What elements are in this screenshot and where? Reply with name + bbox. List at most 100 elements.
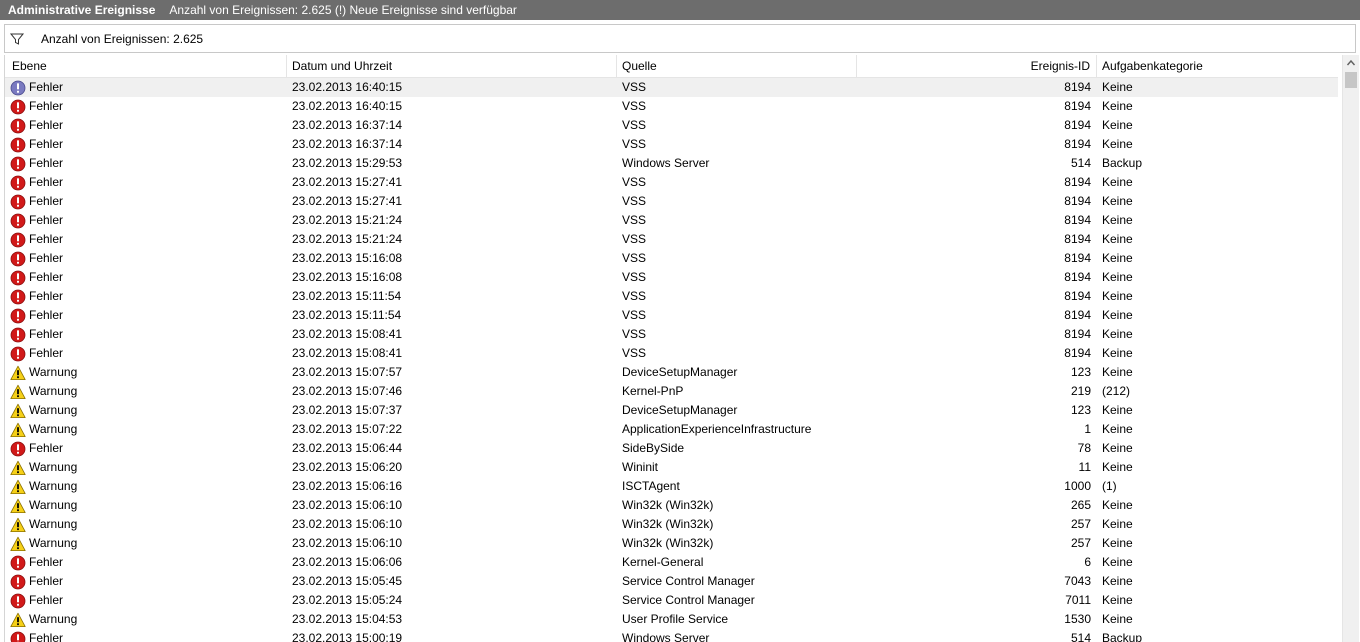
event-row[interactable]: Warnung 23.02.2013 15:07:22 ApplicationExp… [5, 420, 1338, 439]
event-row[interactable]: Fehler 23.02.2013 15:11:54 VSS 8194 Keine [5, 287, 1338, 306]
error-icon [10, 137, 26, 153]
warning-icon [10, 517, 26, 533]
level-text: Fehler [29, 327, 64, 341]
level-cell: Fehler [10, 173, 63, 192]
event-id-cell: 265 [1070, 498, 1091, 512]
source-cell: ISCTAgent [622, 479, 680, 493]
category-cell: Keine [1102, 593, 1133, 607]
event-row[interactable]: Fehler 23.02.2013 15:21:24 VSS 8194 Keine [5, 230, 1338, 249]
event-id-cell: 257 [1070, 536, 1091, 550]
scroll-up-arrow-icon[interactable] [1343, 55, 1359, 71]
event-id-cell: 8194 [1064, 213, 1091, 227]
event-row[interactable]: Warnung 23.02.2013 15:06:10 Win32k (Win32k… [5, 496, 1338, 515]
event-row[interactable]: Fehler 23.02.2013 15:16:08 VSS 8194 Keine [5, 268, 1338, 287]
event-row[interactable]: Fehler 23.02.2013 15:29:53 Windows Server 5… [5, 154, 1338, 173]
level-cell: Warnung [10, 401, 77, 420]
event-row[interactable]: Fehler 23.02.2013 16:37:14 VSS 8194 Keine [5, 116, 1338, 135]
event-id-cell: 8194 [1064, 346, 1091, 360]
event-row[interactable]: Fehler 23.02.2013 15:27:41 VSS 8194 Keine [5, 192, 1338, 211]
error-icon [10, 251, 26, 267]
event-row[interactable]: Warnung 23.02.2013 15:07:46 Kernel-PnP 219 (… [5, 382, 1338, 401]
event-row[interactable]: Fehler 23.02.2013 15:27:41 VSS 8194 Keine [5, 173, 1338, 192]
event-row[interactable]: Warnung 23.02.2013 15:06:10 Win32k (Win32k… [5, 515, 1338, 534]
vertical-scrollbar[interactable] [1342, 55, 1359, 642]
event-row[interactable]: Warnung 23.02.2013 15:06:16 ISCTAgent 1000 (… [5, 477, 1338, 496]
event-row[interactable]: Warnung 23.02.2013 15:04:53 User Profile S… [5, 610, 1338, 629]
event-id-cell: 8194 [1064, 327, 1091, 341]
level-text: Warnung [29, 479, 78, 493]
level-cell: Warnung [10, 534, 77, 553]
error-icon [10, 156, 26, 172]
event-id-cell: 1 [1084, 422, 1091, 436]
scrollbar-thumb[interactable] [1345, 72, 1357, 88]
category-cell: Keine [1102, 555, 1133, 569]
column-header-event-id[interactable]: Ereignis-ID [857, 55, 1097, 77]
event-row[interactable]: Warnung 23.02.2013 15:07:57 DeviceSetupMan… [5, 363, 1338, 382]
event-row[interactable]: Warnung 23.02.2013 15:06:10 Win32k (Win32k… [5, 534, 1338, 553]
category-cell: Keine [1102, 232, 1133, 246]
level-cell: Fehler [10, 268, 63, 287]
source-cell: Wininit [622, 460, 659, 474]
datetime-cell: 23.02.2013 15:06:10 [292, 517, 403, 531]
level-cell: Fehler [10, 249, 63, 268]
event-row[interactable]: Fehler 23.02.2013 16:37:14 VSS 8194 Keine [5, 135, 1338, 154]
source-cell: Service Control Manager [622, 593, 755, 607]
level-cell: Fehler [10, 135, 63, 154]
datetime-cell: 23.02.2013 15:05:45 [292, 574, 403, 588]
level-text: Warnung [29, 460, 78, 474]
datetime-cell: 23.02.2013 16:40:15 [292, 80, 403, 94]
column-header-source[interactable]: Quelle [617, 55, 857, 77]
event-id-cell: 123 [1070, 365, 1091, 379]
source-cell: VSS [622, 175, 647, 189]
event-row[interactable]: Fehler 23.02.2013 15:05:45 Service Control… [5, 572, 1338, 591]
event-row[interactable]: Fehler 23.02.2013 15:08:41 VSS 8194 Keine [5, 344, 1338, 363]
category-cell: Keine [1102, 441, 1133, 455]
category-cell: Keine [1102, 289, 1133, 303]
warning-icon [10, 460, 26, 476]
event-row[interactable]: Fehler 23.02.2013 15:08:41 VSS 8194 Keine [5, 325, 1338, 344]
event-row[interactable]: Fehler 23.02.2013 15:00:19 Windows Server 5… [5, 629, 1338, 642]
event-row[interactable]: Fehler 23.02.2013 15:16:08 VSS 8194 Keine [5, 249, 1338, 268]
level-text: Fehler [29, 574, 64, 588]
filter-icon[interactable] [9, 31, 25, 47]
event-row[interactable]: Warnung 23.02.2013 15:06:20 Wininit 11 Keine [5, 458, 1338, 477]
level-cell: Fehler [10, 287, 63, 306]
event-count-notice[interactable]: Anzahl von Ereignissen: 2.625 (!) Neue E… [169, 3, 517, 17]
category-cell: Backup [1102, 631, 1143, 642]
event-id-cell: 8194 [1064, 118, 1091, 132]
level-text: Warnung [29, 612, 78, 626]
source-cell: Win32k (Win32k) [622, 517, 714, 531]
error-icon [10, 270, 26, 286]
event-row[interactable]: Fehler 23.02.2013 16:40:15 VSS 8194 Keine [5, 97, 1338, 116]
level-cell: Warnung [10, 382, 77, 401]
source-cell: Kernel-PnP [622, 384, 684, 398]
error-icon [10, 441, 26, 457]
event-row[interactable]: Fehler 23.02.2013 15:21:24 VSS 8194 Keine [5, 211, 1338, 230]
event-row[interactable]: Fehler 23.02.2013 15:06:44 SideBySide 78 Kei… [5, 439, 1338, 458]
event-list[interactable]: Ebene Datum und Uhrzeit Quelle Ereignis-… [4, 55, 1359, 642]
error-icon [10, 631, 26, 642]
event-row[interactable]: Fehler 23.02.2013 15:11:54 VSS 8194 Keine [5, 306, 1338, 325]
event-row[interactable]: Warnung 23.02.2013 15:07:37 DeviceSetupMan… [5, 401, 1338, 420]
column-header-category[interactable]: Aufgabenkategorie [1097, 55, 1338, 77]
datetime-cell: 23.02.2013 15:06:44 [292, 441, 403, 455]
datetime-cell: 23.02.2013 15:16:08 [292, 251, 403, 265]
level-cell: Fehler [10, 572, 63, 591]
error-icon [10, 175, 26, 191]
source-cell: VSS [622, 327, 647, 341]
warning-icon [10, 365, 26, 381]
event-row[interactable]: Fehler 23.02.2013 15:06:06 Kernel-General 6… [5, 553, 1338, 572]
column-header-datetime[interactable]: Datum und Uhrzeit [287, 55, 617, 77]
datetime-cell: 23.02.2013 15:07:37 [292, 403, 403, 417]
column-header-level[interactable]: Ebene [5, 55, 287, 77]
event-row[interactable]: Fehler 23.02.2013 15:05:24 Service Control… [5, 591, 1338, 610]
error-icon [10, 289, 26, 305]
level-cell: Fehler [10, 591, 63, 610]
category-cell: Keine [1102, 270, 1133, 284]
datetime-cell: 23.02.2013 15:16:08 [292, 270, 403, 284]
category-cell: (212) [1102, 384, 1131, 398]
level-cell: Warnung [10, 496, 77, 515]
datetime-cell: 23.02.2013 15:27:41 [292, 175, 403, 189]
event-id-cell: 7043 [1064, 574, 1091, 588]
event-row[interactable]: Fehler 23.02.2013 16:40:15 VSS 8194 Keine [5, 78, 1338, 97]
